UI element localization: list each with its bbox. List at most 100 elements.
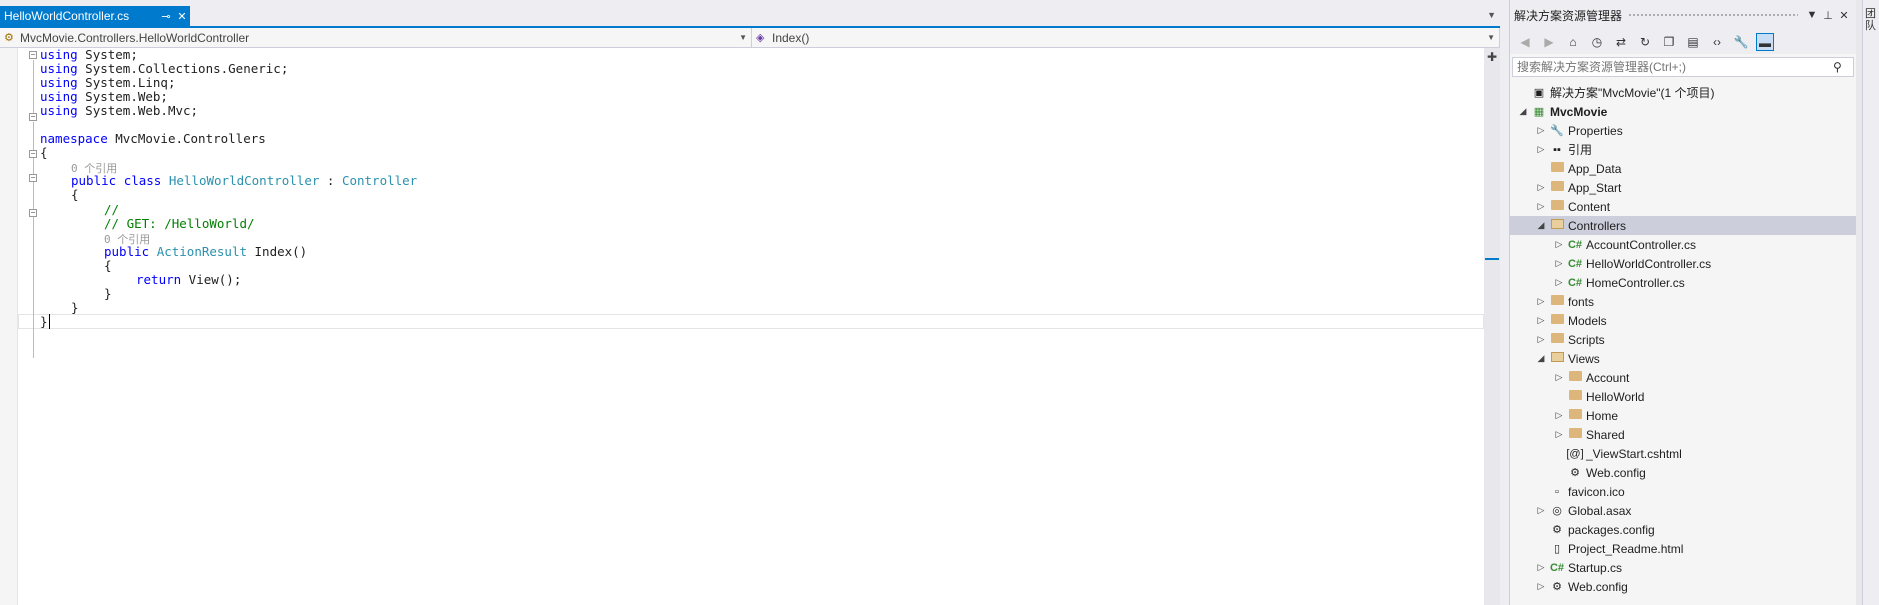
folder-icon	[1566, 409, 1584, 422]
expand-arrow-icon[interactable]: ▷	[1534, 315, 1548, 326]
tree-item-folder[interactable]: ▷ Home	[1510, 406, 1857, 425]
collapse-icon[interactable]: −	[29, 174, 37, 182]
tree-item-properties[interactable]: ▷ 🔧 Properties	[1510, 121, 1857, 140]
tree-item-file[interactable]: ▷ ⚙ Web.config	[1510, 577, 1857, 596]
code-line: using System.Collections.Generic;	[40, 62, 288, 76]
code-token: System.Web.Mvc;	[77, 103, 199, 118]
code-line: {	[40, 146, 48, 160]
tree-item-file[interactable]: ▫ favicon.ico	[1510, 482, 1857, 501]
collapse-icon[interactable]: −	[29, 150, 37, 158]
code-editor[interactable]: HelloWorldController.cs ⊸ ✕ ▼ ⚙ MvcMovie…	[0, 0, 1500, 605]
expand-arrow-icon[interactable]: ▷	[1552, 258, 1566, 269]
scroll-position-marker	[1485, 258, 1499, 260]
tree-item-file[interactable]: ▯ Project_Readme.html	[1510, 539, 1857, 558]
tree-item-label: Account	[1586, 370, 1630, 385]
chevron-down-icon: ▼	[739, 33, 747, 42]
expand-arrow-icon[interactable]: ▷	[1534, 144, 1548, 155]
show-all-files-icon[interactable]: ▤	[1684, 33, 1702, 51]
tree-item-folder[interactable]: ▷ Models	[1510, 311, 1857, 330]
tree-item-folder[interactable]: App_Data	[1510, 159, 1857, 178]
expand-arrow-icon[interactable]: ▷	[1534, 581, 1548, 592]
collapse-icon[interactable]: −	[29, 51, 37, 59]
window-position-icon[interactable]: ▼	[1804, 9, 1820, 21]
expand-arrow-icon[interactable]: ▷	[1552, 410, 1566, 421]
forward-icon[interactable]: ▶	[1540, 33, 1558, 51]
collapse-arrow-icon[interactable]: ◢	[1534, 220, 1548, 231]
tree-item-label: MvcMovie	[1550, 104, 1608, 119]
tree-item-file[interactable]: [@] _ViewStart.cshtml	[1510, 444, 1857, 463]
editor-vertical-scrollbar[interactable]: ✚	[1484, 48, 1500, 605]
preview-selected-items-icon[interactable]: ▬	[1756, 33, 1774, 51]
code-area[interactable]: − − − − − using System; using System.Col…	[18, 48, 1484, 605]
expand-arrow-icon[interactable]: ▷	[1552, 277, 1566, 288]
home-icon[interactable]: ⌂	[1564, 33, 1582, 51]
view-code-icon[interactable]: ‹›	[1708, 33, 1726, 51]
collapse-arrow-icon[interactable]: ◢	[1534, 353, 1548, 364]
tree-item-solution[interactable]: ▣ 解决方案"MvcMovie"(1 个项目)	[1510, 83, 1857, 102]
expand-arrow-icon[interactable]: ▷	[1552, 372, 1566, 383]
expand-arrow-icon[interactable]: ▷	[1534, 201, 1548, 212]
search-icon[interactable]: ⚲	[1833, 60, 1849, 74]
expand-arrow-icon[interactable]: ▷	[1534, 125, 1548, 136]
tree-item-folder[interactable]: ▷ Account	[1510, 368, 1857, 387]
tree-item-folder[interactable]: ▷ Shared	[1510, 425, 1857, 444]
member-dropdown[interactable]: ◈ Index() ▼	[752, 28, 1500, 47]
tree-item-folder[interactable]: ◢ Views	[1510, 349, 1857, 368]
code-token: using	[40, 103, 78, 118]
tree-item-folder[interactable]: ▷ Scripts	[1510, 330, 1857, 349]
tree-item-folder-selected[interactable]: ◢ Controllers	[1510, 216, 1857, 235]
tree-item-file[interactable]: ⚙ Web.config	[1510, 463, 1857, 482]
document-tab[interactable]: HelloWorldController.cs ⊸ ✕	[0, 6, 190, 26]
tree-item-folder[interactable]: ▷ fonts	[1510, 292, 1857, 311]
collapse-icon[interactable]: −	[29, 209, 37, 217]
refresh-icon[interactable]: ↻	[1636, 33, 1654, 51]
code-token: return	[136, 272, 182, 287]
code-comment: //	[104, 202, 120, 217]
tree-item-file[interactable]: ▷ C# HomeController.cs	[1510, 273, 1857, 292]
tree-item-file[interactable]: ▷ C# HelloWorldController.cs	[1510, 254, 1857, 273]
pending-changes-filter-icon[interactable]: ◷	[1588, 33, 1606, 51]
collapse-arrow-icon[interactable]: ◢	[1516, 106, 1530, 117]
code-line: {	[71, 188, 79, 202]
expand-arrow-icon[interactable]: ▷	[1534, 562, 1548, 573]
back-icon[interactable]: ◀	[1516, 33, 1534, 51]
expand-arrow-icon[interactable]: ▷	[1534, 296, 1548, 307]
tree-item-file[interactable]: ▷ ◎ Global.asax	[1510, 501, 1857, 520]
tree-item-folder[interactable]: HelloWorld	[1510, 387, 1857, 406]
solution-tree[interactable]: ▣ 解决方案"MvcMovie"(1 个项目) ◢ ▦ MvcMovie ▷ 🔧…	[1510, 83, 1857, 596]
folder-icon	[1548, 181, 1566, 194]
tree-item-file[interactable]: ▷ C# Startup.cs	[1510, 558, 1857, 577]
tree-item-label: Global.asax	[1568, 503, 1632, 518]
side-tab-label[interactable]: 团队	[1865, 8, 1877, 32]
tab-overflow-icon[interactable]: ▼	[1487, 10, 1496, 20]
expand-arrow-icon[interactable]: ▷	[1552, 429, 1566, 440]
solution-search-box[interactable]: ⚲	[1512, 57, 1854, 77]
expand-arrow-icon[interactable]: ▷	[1552, 239, 1566, 250]
type-dropdown[interactable]: ⚙ MvcMovie.Controllers.HelloWorldControl…	[0, 28, 752, 47]
tree-item-label: Shared	[1586, 427, 1625, 442]
expand-arrow-icon[interactable]: ▷	[1534, 182, 1548, 193]
tree-item-folder[interactable]: ▷ Content	[1510, 197, 1857, 216]
pin-icon[interactable]: ⊸	[158, 10, 174, 23]
navigation-bar: ⚙ MvcMovie.Controllers.HelloWorldControl…	[0, 28, 1500, 48]
tree-item-project[interactable]: ◢ ▦ MvcMovie	[1510, 102, 1857, 121]
properties-icon[interactable]: 🔧	[1732, 33, 1750, 51]
side-tool-strip: 团队	[1862, 0, 1879, 605]
close-icon[interactable]: ✕	[174, 10, 190, 23]
auto-hide-pin-icon[interactable]: ⊥	[1820, 9, 1836, 22]
tree-item-file[interactable]: ▷ C# AccountController.cs	[1510, 235, 1857, 254]
expand-arrow-icon[interactable]: ▷	[1534, 334, 1548, 345]
tree-item-folder[interactable]: ▷ App_Start	[1510, 178, 1857, 197]
close-icon[interactable]: ✕	[1836, 9, 1852, 22]
tree-item-references[interactable]: ▷ ▪▪ 引用	[1510, 140, 1857, 159]
split-window-icon[interactable]: ✚	[1487, 50, 1497, 64]
collapse-all-icon[interactable]: ❐	[1660, 33, 1678, 51]
solution-search-input[interactable]	[1517, 60, 1833, 74]
drag-grip[interactable]	[1628, 12, 1798, 18]
csharp-project-icon: ▦	[1533, 106, 1545, 118]
expand-arrow-icon[interactable]: ▷	[1534, 505, 1548, 516]
collapse-icon[interactable]: −	[29, 113, 37, 121]
tree-item-label: Project_Readme.html	[1568, 541, 1684, 556]
sync-with-document-icon[interactable]: ⇄	[1612, 33, 1630, 51]
tree-item-file[interactable]: ⚙ packages.config	[1510, 520, 1857, 539]
